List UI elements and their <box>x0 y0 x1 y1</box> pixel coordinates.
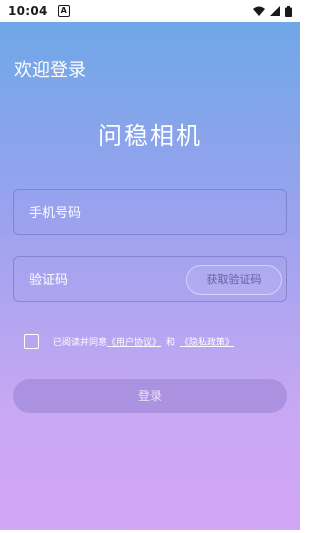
agreement-checkbox[interactable] <box>24 334 39 349</box>
wifi-icon <box>253 6 265 16</box>
user-agreement-link[interactable]: 《用户协议》 <box>107 335 161 348</box>
notification-a-icon: A <box>57 5 70 17</box>
app-name-title: 问稳相机 <box>98 122 202 150</box>
get-code-button[interactable]: 获取验证码 <box>186 265 282 295</box>
login-screen: 10:04 A 欢迎登录 问稳相机 获取验证码 已阅读并同意 《用户协议》 和 … <box>0 0 300 533</box>
phone-field[interactable] <box>13 189 287 236</box>
verification-code-field[interactable]: 获取验证码 <box>13 256 287 303</box>
battery-icon <box>285 5 292 17</box>
status-time: 10:04 <box>8 4 48 18</box>
agreement-and: 和 <box>166 338 176 348</box>
status-bar: 10:04 A <box>0 0 300 22</box>
agreement-row: 已阅读并同意 《用户协议》 和 《隐私政策》 <box>24 334 234 349</box>
cellular-signal-icon <box>270 6 280 16</box>
verification-code-input[interactable] <box>27 257 181 303</box>
privacy-policy-link[interactable]: 《隐私政策》 <box>180 335 234 348</box>
agreement-prefix: 已阅读并同意 <box>53 338 108 348</box>
phone-input[interactable] <box>27 190 281 236</box>
status-icons <box>253 5 292 17</box>
greeting-title: 欢迎登录 <box>14 60 86 81</box>
login-button[interactable]: 登录 <box>13 379 287 413</box>
